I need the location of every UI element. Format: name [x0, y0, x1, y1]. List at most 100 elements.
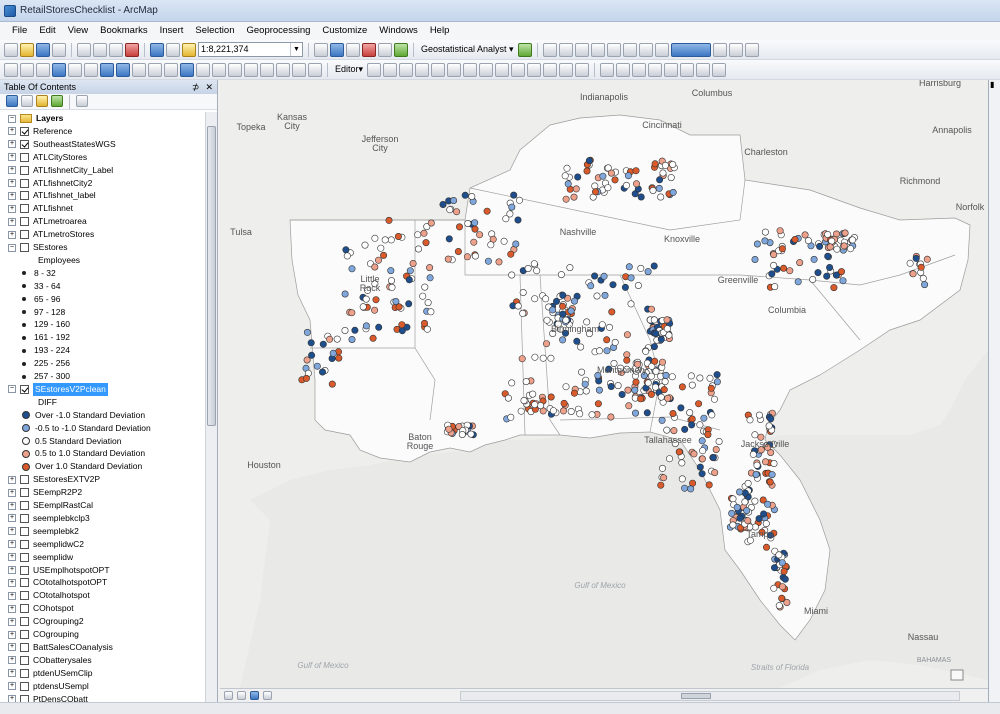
select-elements-icon[interactable]: [164, 62, 178, 77]
store-point[interactable]: [809, 276, 817, 284]
attributes-icon[interactable]: [543, 62, 558, 77]
store-point[interactable]: [744, 517, 752, 525]
store-point[interactable]: [603, 347, 611, 355]
store-point[interactable]: [688, 381, 696, 389]
layer-item[interactable]: + Reference: [8, 125, 72, 138]
store-point[interactable]: [627, 274, 635, 282]
store-point[interactable]: [484, 257, 492, 265]
layer-visibility-checkbox[interactable]: [20, 630, 29, 639]
store-point[interactable]: [649, 187, 657, 195]
store-point[interactable]: [387, 236, 395, 244]
store-point[interactable]: [696, 463, 704, 471]
zoom-100-icon[interactable]: [606, 42, 621, 57]
store-point[interactable]: [559, 336, 567, 344]
store-point[interactable]: [421, 319, 429, 327]
store-point[interactable]: [634, 282, 642, 290]
store-point[interactable]: [662, 371, 670, 379]
store-point[interactable]: [394, 233, 402, 241]
store-point[interactable]: [611, 176, 619, 184]
store-point[interactable]: [542, 340, 550, 348]
store-point[interactable]: [329, 349, 337, 357]
store-point[interactable]: [563, 164, 571, 172]
store-point[interactable]: [456, 223, 464, 231]
legend-class-row[interactable]: Over -1.0 Standard Deviation: [22, 409, 145, 422]
layer-item[interactable]: + ATLfishnetCity_Label: [8, 164, 113, 177]
expand-icon[interactable]: +: [8, 514, 16, 523]
store-point[interactable]: [761, 228, 769, 236]
store-point[interactable]: [767, 415, 775, 423]
store-point[interactable]: [319, 368, 327, 376]
store-point[interactable]: [733, 503, 741, 511]
store-point[interactable]: [471, 225, 479, 233]
expand-icon[interactable]: +: [8, 643, 16, 652]
store-point[interactable]: [607, 382, 615, 390]
menu-geoprocessing[interactable]: Geoprocessing: [240, 22, 316, 40]
go-forward-icon[interactable]: [116, 62, 130, 77]
store-point[interactable]: [427, 308, 435, 316]
print-icon[interactable]: [52, 42, 66, 57]
menu-view[interactable]: View: [62, 22, 94, 40]
store-point[interactable]: [348, 265, 356, 273]
store-point[interactable]: [912, 254, 920, 262]
store-point[interactable]: [706, 374, 714, 382]
store-point[interactable]: [561, 172, 569, 180]
store-point[interactable]: [502, 215, 510, 223]
store-point[interactable]: [794, 278, 802, 286]
topology-icon[interactable]: [616, 62, 631, 77]
store-point[interactable]: [655, 184, 663, 192]
store-point[interactable]: [522, 378, 530, 386]
fixed-zoom-in-icon[interactable]: [622, 42, 637, 57]
store-point[interactable]: [762, 543, 770, 551]
store-point[interactable]: [504, 394, 512, 402]
layer-item[interactable]: + ptdenUSemClip: [8, 667, 93, 680]
store-point[interactable]: [688, 415, 696, 423]
new-document-icon[interactable]: [4, 42, 18, 57]
store-point[interactable]: [715, 437, 723, 445]
expand-icon[interactable]: +: [8, 127, 16, 136]
store-point[interactable]: [595, 386, 603, 394]
store-point[interactable]: [752, 471, 760, 479]
collapse-icon[interactable]: −: [8, 114, 16, 123]
arctoolbox-icon[interactable]: [362, 42, 376, 57]
fixed-zoom-out-map-icon[interactable]: [84, 62, 98, 77]
store-point[interactable]: [604, 184, 612, 192]
active-layer-label[interactable]: SEstoresV2Pclean: [33, 382, 108, 396]
draw-icon[interactable]: [712, 62, 727, 77]
menu-insert[interactable]: Insert: [154, 22, 190, 40]
layer-item[interactable]: + COgrouping2: [8, 615, 84, 628]
store-point[interactable]: [675, 448, 683, 456]
layer-item[interactable]: + ATLmetroarea: [8, 215, 87, 228]
layer-visibility-checkbox[interactable]: [20, 513, 29, 523]
store-point[interactable]: [651, 160, 659, 168]
go-back-icon[interactable]: [100, 62, 114, 77]
store-point[interactable]: [755, 411, 763, 419]
store-point[interactable]: [658, 464, 666, 472]
store-point[interactable]: [348, 335, 356, 343]
store-point[interactable]: [814, 269, 822, 277]
store-point[interactable]: [768, 471, 776, 479]
pan-icon[interactable]: [36, 62, 50, 77]
store-point[interactable]: [623, 331, 631, 339]
store-point[interactable]: [341, 327, 349, 335]
geostat-wizard-icon[interactable]: [517, 42, 532, 57]
store-point[interactable]: [599, 172, 607, 180]
store-point[interactable]: [828, 237, 836, 245]
store-point[interactable]: [765, 422, 773, 430]
store-point[interactable]: [698, 437, 706, 445]
store-point[interactable]: [461, 191, 469, 199]
store-point[interactable]: [669, 409, 677, 417]
store-point[interactable]: [531, 401, 539, 409]
store-point[interactable]: [583, 167, 591, 175]
store-point[interactable]: [643, 409, 651, 417]
store-point[interactable]: [686, 409, 694, 417]
layers-root[interactable]: − Layers: [8, 112, 63, 125]
store-point[interactable]: [631, 386, 639, 394]
refresh-icon[interactable]: [250, 691, 259, 700]
store-point[interactable]: [547, 354, 555, 362]
expand-icon[interactable]: +: [8, 501, 16, 510]
expand-icon[interactable]: +: [8, 682, 16, 691]
store-point[interactable]: [483, 207, 491, 215]
store-point[interactable]: [605, 323, 613, 331]
expand-icon[interactable]: +: [8, 527, 16, 536]
store-point[interactable]: [543, 316, 551, 324]
